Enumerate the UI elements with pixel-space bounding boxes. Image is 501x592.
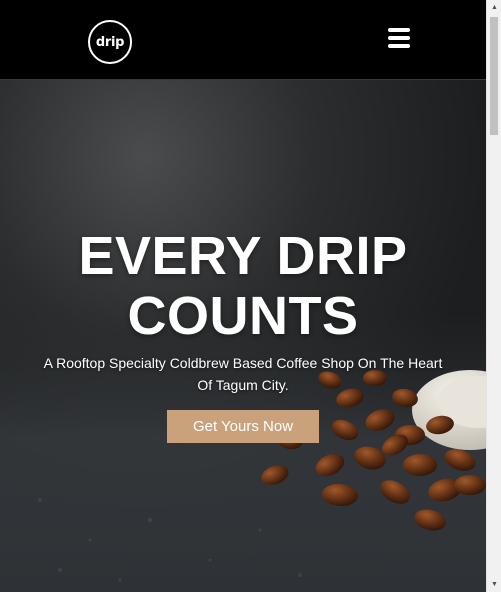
logo-text: drip [95,34,125,50]
headline-line-1: EVERY DRIP [78,226,408,286]
scrollbar-thumb[interactable] [490,17,498,135]
get-yours-now-button[interactable]: Get Yours Now [167,410,319,443]
drip-logo[interactable]: drip [88,20,132,64]
hero-headline: EVERY DRIP COUNTS [0,226,486,346]
scroll-down-arrow-icon[interactable]: ▼ [487,577,501,592]
site-header: drip [0,0,486,80]
vertical-scrollbar[interactable]: ▲ ▼ [486,0,501,592]
hero-subtitle: A Rooftop Specialty Coldbrew Based Coffe… [43,355,443,393]
scroll-up-arrow-icon[interactable]: ▲ [487,0,501,15]
hero-section: EVERY DRIP COUNTS A Rooftop Specialty Co… [0,80,486,592]
page: drip EVERY DRIP COUNTS A Rooftop Special… [0,0,501,592]
headline-line-2: COUNTS [127,286,359,346]
hamburger-menu-icon[interactable] [386,28,412,52]
